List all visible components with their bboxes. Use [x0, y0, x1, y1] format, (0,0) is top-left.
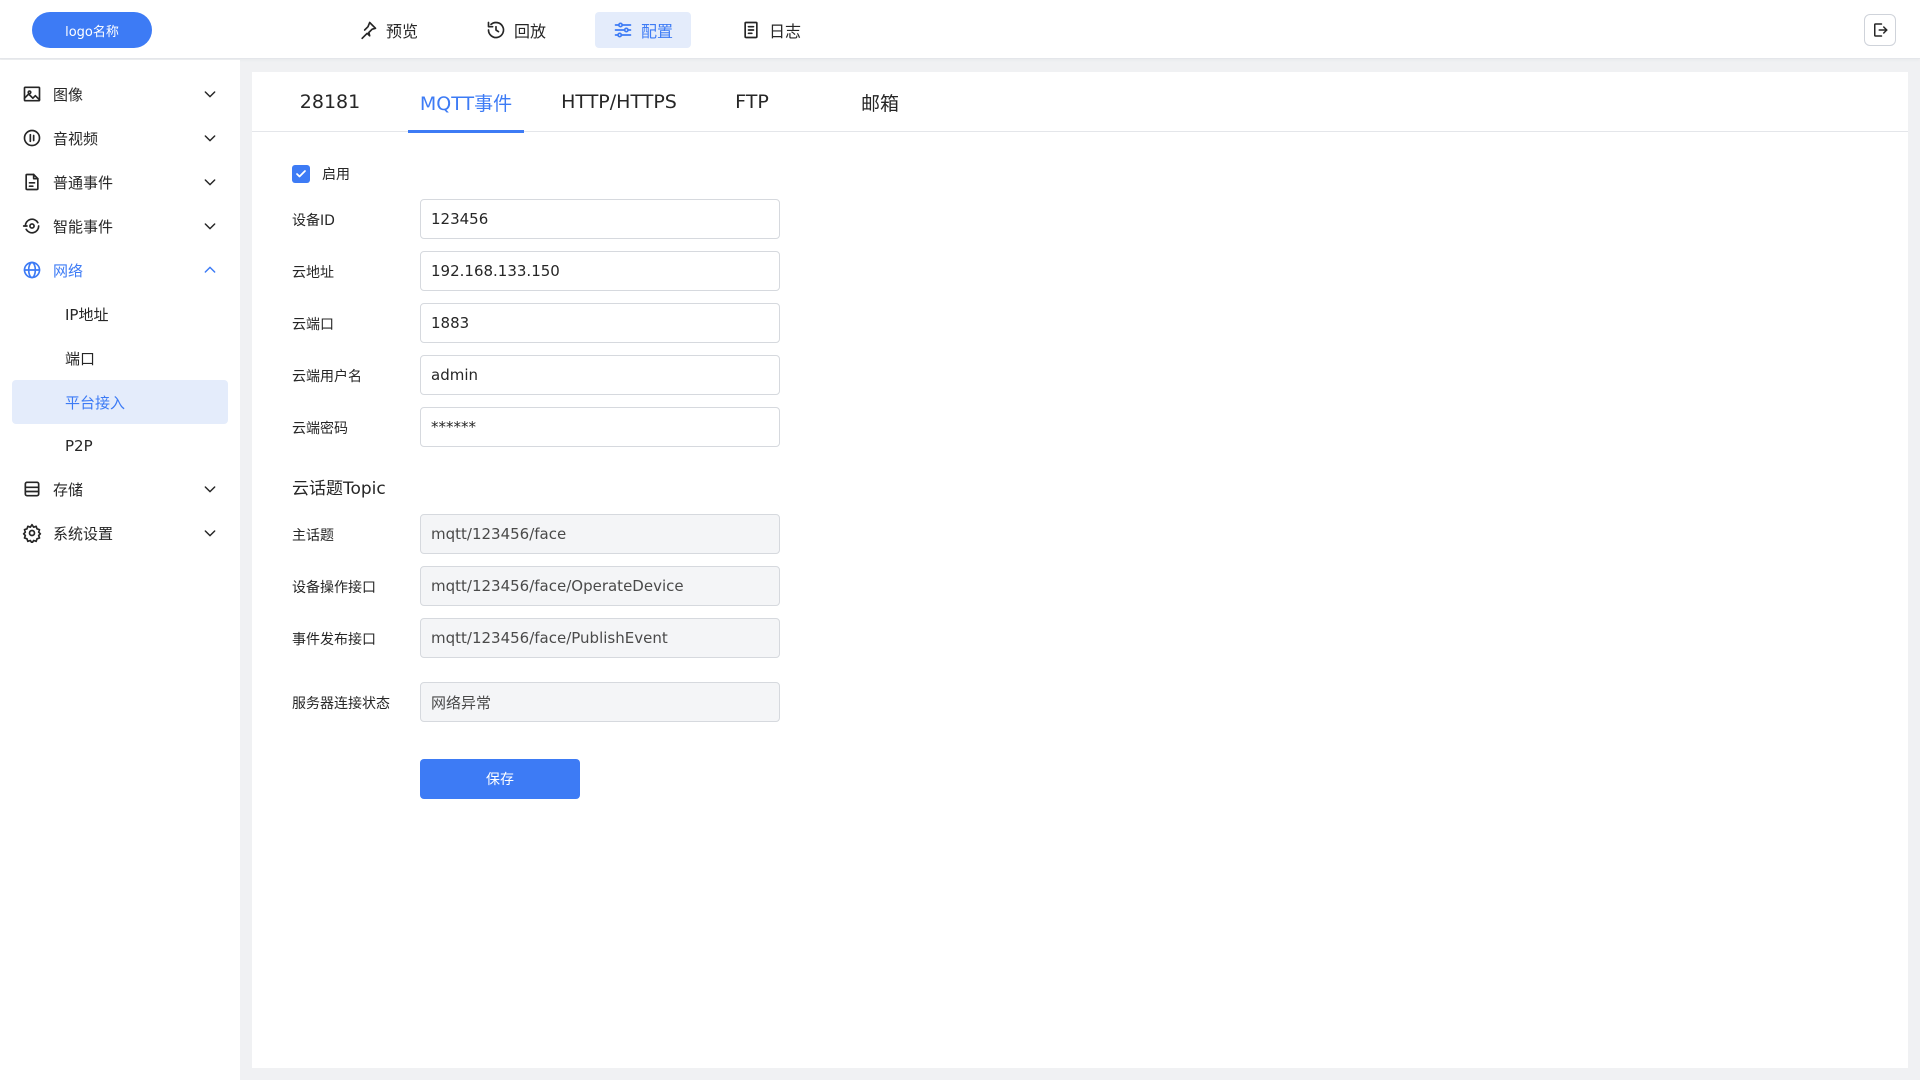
nav-config[interactable]: 配置	[595, 12, 692, 48]
server-status-label: 服务器连接状态	[292, 696, 390, 712]
cloud-port-label: 云端口	[292, 317, 334, 333]
gear-icon	[22, 523, 42, 543]
device-id-input[interactable]	[420, 199, 780, 239]
sidebar-item-label: 存储	[53, 480, 84, 499]
sidebar-item-image[interactable]: 图像	[12, 74, 228, 114]
audio-video-icon	[23, 129, 41, 147]
globe-icon	[23, 261, 41, 279]
replay-icon	[487, 21, 505, 39]
chevron-down-icon	[204, 179, 216, 186]
publish-topic-field	[420, 618, 780, 658]
cloud-username-label: 云端用户名	[292, 369, 362, 385]
chevron-up-icon	[204, 266, 216, 273]
sidebar-item-normal-events[interactable]: 普通事件	[12, 162, 228, 202]
logout-icon	[1874, 23, 1888, 37]
cloud-username-input[interactable]	[420, 355, 780, 395]
nav-playback[interactable]: 回放	[468, 12, 564, 48]
nav-playback-label: 回放	[514, 22, 547, 41]
sidebar-subitem-label: 平台接入	[65, 393, 126, 412]
nav-log[interactable]: 日志	[723, 12, 819, 48]
cloud-address-label: 云地址	[292, 265, 334, 281]
main-content: 28181 MQTT事件 HTTP/HTTPS FTP 邮箱 启用 设备ID 云…	[252, 72, 1908, 1068]
operate-topic-label: 设备操作接口	[292, 580, 376, 596]
image-icon	[23, 86, 41, 102]
sliders-icon	[614, 22, 632, 38]
tab-http-https[interactable]: HTTP/HTTPS	[554, 72, 684, 132]
publish-topic-label: 事件发布接口	[292, 632, 376, 648]
nav-config-label: 配置	[641, 22, 674, 41]
main-topic-field	[420, 514, 780, 554]
tab-mqtt-events[interactable]: MQTT事件	[408, 72, 524, 133]
cloud-password-label: 云端密码	[292, 421, 348, 437]
save-button[interactable]: 保存	[420, 759, 580, 799]
cloud-address-input[interactable]	[420, 251, 780, 291]
enable-checkbox-row[interactable]: 启用	[292, 164, 350, 184]
chevron-down-icon	[204, 91, 216, 98]
sidebar-item-label: 系统设置	[53, 524, 114, 543]
chevron-down-icon	[204, 486, 216, 493]
tab-bar: 28181 MQTT事件 HTTP/HTTPS FTP 邮箱	[252, 72, 1908, 133]
chevron-down-icon	[204, 223, 216, 230]
sidebar-subitem-ip-address[interactable]: IP地址	[12, 292, 228, 336]
main-topic-label: 主话题	[292, 528, 334, 544]
tab-28181[interactable]: 28181	[292, 72, 368, 132]
sidebar-item-label: 智能事件	[53, 217, 114, 236]
sidebar-subitem-port[interactable]: 端口	[12, 336, 228, 380]
cloud-port-input[interactable]	[420, 303, 780, 343]
sidebar-subitem-p2p[interactable]: P2P	[12, 424, 228, 468]
chevron-down-icon	[204, 530, 216, 537]
sidebar-item-label: 音视频	[53, 129, 99, 148]
chevron-down-icon	[204, 135, 216, 142]
operate-topic-field	[420, 566, 780, 606]
check-icon	[296, 170, 306, 178]
sidebar-item-network[interactable]: 网络	[12, 250, 228, 290]
tab-ftp[interactable]: FTP	[714, 72, 790, 132]
storage-icon	[24, 481, 40, 497]
nav-log-label: 日志	[769, 22, 802, 41]
nav-preview[interactable]: 预览	[340, 12, 436, 48]
logout-button[interactable]	[1864, 14, 1896, 46]
sidebar-item-audio-video[interactable]: 音视频	[12, 118, 228, 158]
enable-label: 启用	[322, 167, 350, 183]
sidebar-item-system-settings[interactable]: 系统设置	[12, 513, 228, 553]
server-status-field	[420, 682, 780, 722]
nav-preview-label: 预览	[386, 22, 419, 41]
cloud-password-input[interactable]	[420, 407, 780, 447]
device-id-label: 设备ID	[292, 213, 335, 229]
top-bar: logo名称 预览 回放 配置 日志	[0, 0, 1920, 59]
sidebar-item-smart-events[interactable]: 智能事件	[12, 206, 228, 246]
sidebar-item-storage[interactable]: 存储	[12, 469, 228, 509]
enable-checkbox[interactable]	[292, 165, 310, 183]
topic-section-title: 云话题Topic	[292, 479, 386, 499]
document-icon	[25, 173, 39, 191]
logo[interactable]: logo名称	[32, 12, 152, 48]
pin-icon	[361, 21, 377, 40]
smart-icon	[22, 218, 40, 234]
sidebar-subitem-label: IP地址	[65, 305, 109, 324]
sidebar-subitem-label: 端口	[65, 349, 96, 368]
tab-mailbox[interactable]: 邮箱	[838, 72, 922, 132]
log-icon	[744, 21, 758, 39]
sidebar-item-label: 普通事件	[53, 173, 114, 192]
sidebar-item-label: 网络	[53, 261, 84, 280]
sidebar-item-label: 图像	[53, 85, 84, 104]
sidebar-subitem-label: P2P	[65, 437, 93, 455]
sidebar-subitem-platform-access[interactable]: 平台接入	[12, 380, 228, 424]
sidebar: 图像 音视频 普通事件 智能事件 网络 IP地址 端口 平台接入 P2P 存储 …	[0, 60, 240, 1080]
